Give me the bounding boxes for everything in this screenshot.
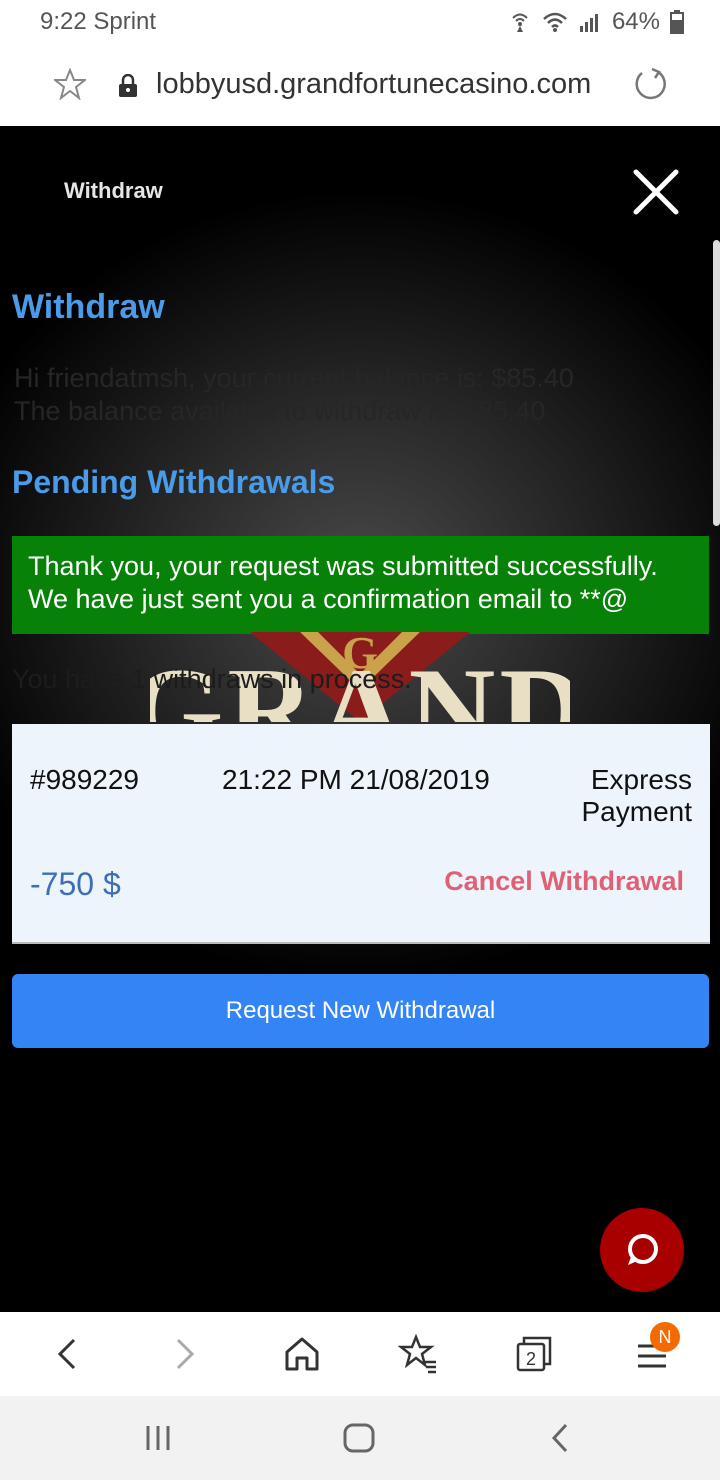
available-balance-line: The balance available to withdraw is: $8… bbox=[14, 396, 546, 426]
balance-line: Hi friendatmsh, your current balance is:… bbox=[14, 363, 574, 393]
wifi-icon bbox=[543, 12, 567, 32]
balance-info: Hi friendatmsh, your current balance is:… bbox=[14, 362, 574, 428]
pending-heading: Pending Withdrawals bbox=[12, 464, 336, 500]
tabs-button[interactable]: 2 bbox=[514, 1334, 554, 1374]
withdrawal-card: #989229 21:22 PM 21/08/2019 Express Paym… bbox=[12, 724, 710, 944]
address-bar: lobbyusd.grandfortunecasino.com bbox=[0, 44, 720, 126]
status-bar: 9:22 Sprint 64% bbox=[0, 0, 720, 44]
withdrawal-amount: -750 $ bbox=[30, 866, 121, 902]
success-line: Thank you, your request was submitted su… bbox=[28, 551, 658, 581]
system-navigation-bar bbox=[0, 1396, 720, 1480]
reload-icon[interactable] bbox=[632, 66, 668, 102]
cancel-withdrawal-link[interactable]: Cancel Withdrawal bbox=[444, 866, 684, 897]
status-time: 9:22 Sprint bbox=[40, 8, 157, 35]
close-icon[interactable] bbox=[630, 166, 682, 218]
battery-level: 64% bbox=[611, 8, 660, 35]
page-title: Withdraw bbox=[12, 288, 165, 326]
browser-toolbar: 2 N bbox=[0, 1312, 720, 1396]
home-icon[interactable] bbox=[282, 1334, 322, 1374]
scrollbar[interactable] bbox=[713, 240, 720, 526]
withdrawal-id: #989229 bbox=[30, 764, 140, 795]
tabs-icon: 2 bbox=[516, 1336, 552, 1372]
chat-bubble-icon bbox=[628, 1234, 658, 1265]
bookmarks-icon[interactable] bbox=[398, 1334, 438, 1374]
tabs-count: 2 bbox=[526, 1349, 536, 1369]
withdrawal-method: Express Payment bbox=[581, 764, 693, 827]
chat-button[interactable] bbox=[600, 1208, 684, 1292]
forward-icon[interactable] bbox=[164, 1334, 204, 1374]
request-new-withdrawal-button[interactable]: Request New Withdrawal bbox=[12, 974, 709, 1048]
withdraw-modal: Withdraw Withdraw Hi friendatmsh, your c… bbox=[0, 126, 720, 1312]
battery-icon bbox=[670, 10, 684, 34]
notification-badge: N bbox=[650, 1322, 680, 1352]
withdrawal-datetime: 21:22 PM 21/08/2019 bbox=[222, 764, 490, 795]
in-process-text: You have 1 withdraws in process. bbox=[12, 664, 412, 694]
url-text[interactable]: lobbyusd.grandfortunecasino.com bbox=[156, 68, 591, 101]
success-message: Thank you, your request was submitted su… bbox=[12, 536, 709, 634]
back-icon[interactable] bbox=[48, 1334, 88, 1374]
recent-apps-icon[interactable] bbox=[142, 1422, 174, 1454]
signal-icon bbox=[579, 14, 598, 32]
hotspot-icon bbox=[512, 13, 528, 32]
status-icons: 64% bbox=[508, 8, 684, 36]
success-email-line: We have just sent you a confirmation ema… bbox=[28, 584, 629, 614]
modal-title: Withdraw bbox=[64, 178, 163, 203]
lock-icon bbox=[119, 74, 137, 97]
bookmark-star-icon[interactable] bbox=[54, 68, 86, 100]
home-button-icon[interactable] bbox=[342, 1422, 376, 1454]
system-back-icon[interactable] bbox=[546, 1422, 576, 1454]
